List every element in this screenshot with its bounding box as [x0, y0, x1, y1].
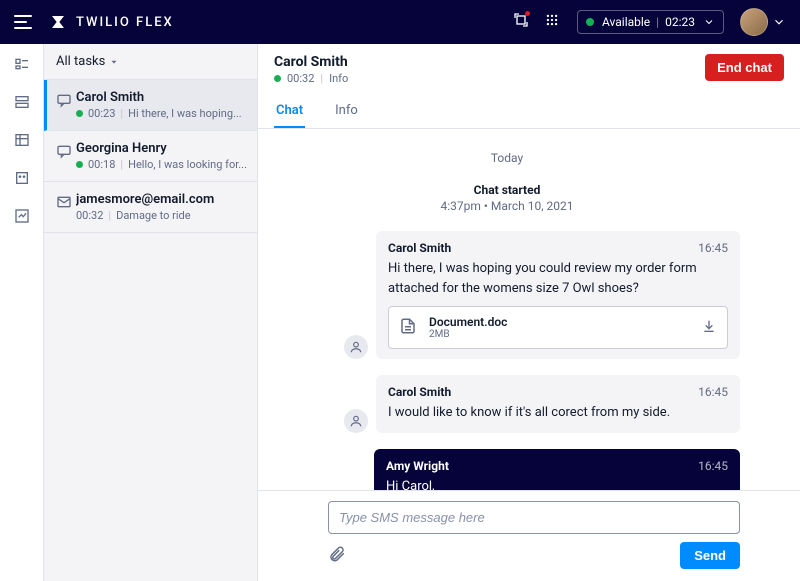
- person-icon: [344, 335, 368, 359]
- tab-chat[interactable]: Chat: [274, 95, 305, 128]
- task-item[interactable]: jamesmore@email.com 00:32 | Damage to ri…: [44, 182, 257, 233]
- avatar[interactable]: [740, 8, 768, 36]
- file-icon: [399, 317, 419, 339]
- brand-logo-icon: [50, 14, 66, 30]
- topbar: TWILIO FLEX Available | 02:23: [0, 0, 800, 44]
- conversation: Today Chat started 4:37pm • March 10, 20…: [258, 129, 800, 490]
- status-selector[interactable]: Available | 02:23: [577, 10, 724, 34]
- menu-icon[interactable]: [14, 15, 32, 29]
- task-list-title: All tasks: [56, 54, 105, 69]
- chat-started-title: Chat started: [274, 183, 740, 197]
- message-sender: Amy Wright: [386, 459, 449, 473]
- apps-icon[interactable]: [13, 170, 31, 186]
- main-panel: Carol Smith 00:32 | Info End chat Chat I…: [258, 44, 800, 581]
- left-rail: [0, 44, 44, 581]
- message-input[interactable]: [328, 501, 740, 534]
- chat-started: Chat started 4:37pm • March 10, 2021: [274, 183, 740, 213]
- status-dot-icon: [76, 110, 83, 117]
- teams-icon[interactable]: [13, 94, 31, 110]
- message-text: Hi Carol, Thank you for sending this ove…: [386, 477, 728, 491]
- message: Amy Wright 16:45 Hi Carol, Thank you for…: [274, 449, 740, 491]
- task-time: 00:18: [88, 158, 115, 171]
- attach-icon[interactable]: [328, 545, 346, 567]
- message: Carol Smith 16:45 I would like to know i…: [274, 375, 740, 433]
- chat-started-sub: 4:37pm • March 10, 2021: [274, 199, 740, 213]
- message-time: 16:45: [698, 459, 728, 473]
- contact-name: Carol Smith: [274, 54, 705, 70]
- task-preview: Hello, I was looking for...: [128, 158, 247, 171]
- message-sender: Carol Smith: [388, 241, 451, 255]
- chevron-down-icon: [703, 16, 715, 28]
- message-time: 16:45: [698, 241, 728, 255]
- task-item[interactable]: Georgina Henry 00:18 | Hello, I was look…: [44, 131, 257, 182]
- agent-desktop-icon[interactable]: [13, 56, 31, 72]
- queues-icon[interactable]: [13, 132, 31, 148]
- brand-text: TWILIO FLEX: [76, 15, 174, 30]
- contact-sub: Info: [329, 72, 348, 85]
- chat-icon: [52, 92, 76, 120]
- task-preview: Hi there, I was hoping...: [128, 107, 242, 120]
- chat-icon: [52, 143, 76, 171]
- message: Carol Smith 16:45 Hi there, I was hoping…: [274, 231, 740, 359]
- task-name: Carol Smith: [76, 90, 247, 105]
- task-name: jamesmore@email.com: [76, 192, 247, 207]
- profile-chevron-icon[interactable]: [772, 15, 786, 29]
- message-sender: Carol Smith: [388, 385, 451, 399]
- tabs: Chat Info: [258, 95, 800, 129]
- task-list: All tasks Carol Smith 00:23 | Hi there, …: [44, 44, 258, 581]
- task-preview: Damage to ride: [116, 209, 191, 222]
- person-icon: [344, 409, 368, 433]
- status-dot-icon: [76, 161, 83, 168]
- task-item[interactable]: Carol Smith 00:23 | Hi there, I was hopi…: [44, 80, 257, 131]
- attachment-size: 2MB: [429, 329, 701, 340]
- attachment-name: Document.doc: [429, 315, 701, 329]
- dialpad-icon[interactable]: [545, 13, 559, 31]
- day-separator: Today: [274, 151, 740, 165]
- end-chat-button[interactable]: End chat: [705, 54, 784, 81]
- task-list-header[interactable]: All tasks: [44, 44, 257, 80]
- status-dot-icon: [586, 18, 594, 26]
- status-dot-icon: [274, 75, 281, 82]
- caret-icon: [109, 57, 119, 67]
- analytics-icon[interactable]: [13, 208, 31, 224]
- status-time: 02:23: [665, 15, 695, 29]
- send-button[interactable]: Send: [680, 542, 740, 569]
- message-text: Hi there, I was hoping you could review …: [388, 259, 728, 298]
- attachment[interactable]: Document.doc 2MB: [388, 306, 728, 349]
- status-label: Available: [602, 15, 650, 29]
- task-name: Georgina Henry: [76, 141, 247, 156]
- mail-icon: [52, 194, 76, 222]
- brand: TWILIO FLEX: [50, 14, 174, 30]
- task-time: 00:32: [76, 209, 103, 222]
- message-time: 16:45: [698, 385, 728, 399]
- task-time: 00:23: [88, 107, 115, 120]
- message-text: I would like to know if it's all corect …: [388, 403, 728, 423]
- contact-time: 00:32: [287, 72, 314, 85]
- tab-info[interactable]: Info: [333, 95, 360, 128]
- notification-dot-icon: [525, 11, 530, 16]
- monitor-icon[interactable]: [513, 12, 529, 32]
- download-icon[interactable]: [701, 318, 717, 338]
- composer: Send: [258, 490, 800, 581]
